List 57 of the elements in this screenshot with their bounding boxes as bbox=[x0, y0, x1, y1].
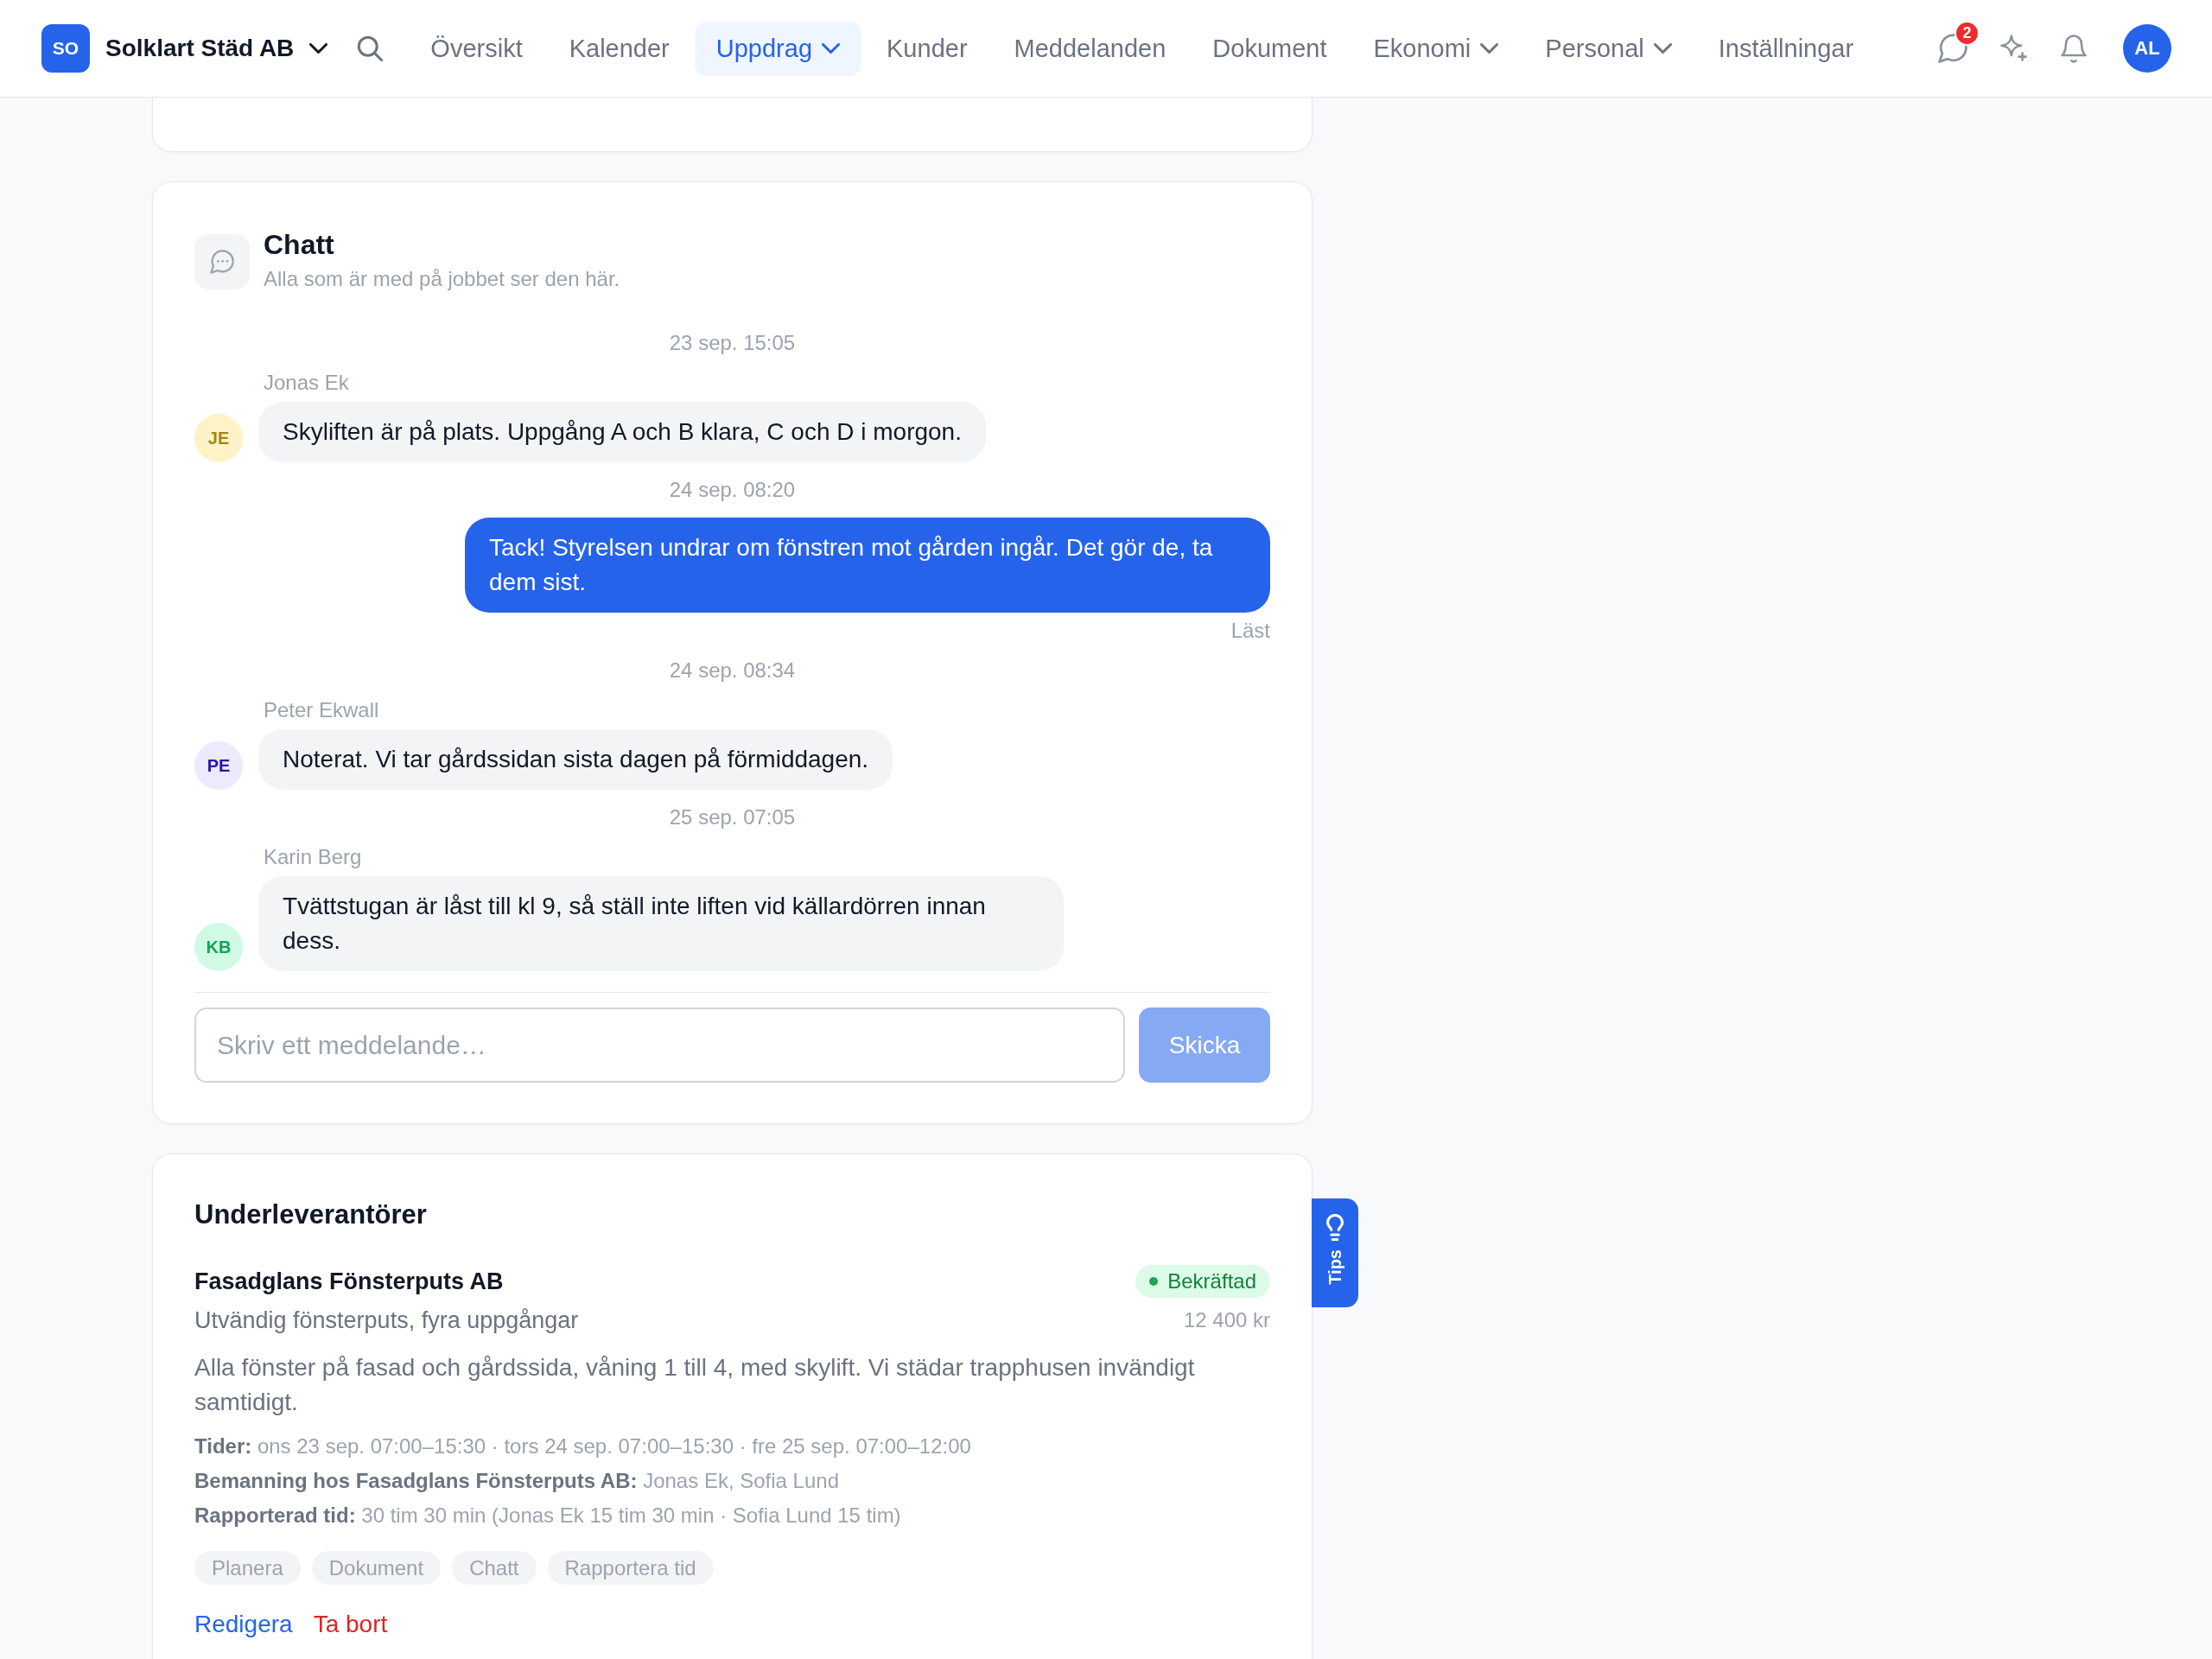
messages-button[interactable]: 2 bbox=[1938, 21, 1980, 63]
price: 12 400 kr bbox=[1183, 1307, 1270, 1333]
nav-tab[interactable]: Översikt bbox=[409, 21, 544, 76]
sender-avatar: PE bbox=[194, 741, 243, 790]
section-title: Chatt bbox=[264, 228, 335, 262]
message-timestamp: 23 sep. 15:05 bbox=[669, 331, 796, 354]
search-icon bbox=[357, 35, 384, 61]
sender-avatar: KB bbox=[194, 923, 243, 971]
service-description: Utvändig fönsterputs, fyra uppgångar bbox=[194, 1306, 579, 1335]
company-logo: SO bbox=[41, 24, 90, 73]
chevron-down-icon bbox=[309, 43, 328, 54]
nav-tab[interactable]: Kunder bbox=[865, 21, 989, 76]
notifications-button[interactable] bbox=[2061, 34, 2087, 63]
unread-count-badge: 2 bbox=[1955, 21, 1980, 46]
search-button[interactable] bbox=[357, 35, 384, 61]
nav-tab[interactable]: Inställningar bbox=[1696, 21, 1876, 76]
nav-tab[interactable]: Meddelanden bbox=[992, 21, 1188, 76]
message-bubble: Tvättstugan är låst till kl 9, så ställ inte liften vid källardörren innan dess. bbox=[258, 876, 1064, 971]
nav-tab[interactable]: Dokument bbox=[1191, 21, 1349, 76]
detail-line: Bemanning hos Fasadglans Fönsterputs AB: Jonas Ek, Sofia Lund bbox=[194, 1468, 840, 1494]
subcontractor-name: Fasadglans Fönsterputs AB bbox=[194, 1268, 504, 1296]
delete-link[interactable]: Ta bort bbox=[313, 1609, 388, 1640]
chevron-down-icon bbox=[822, 43, 841, 54]
nav-tab[interactable]: Personal bbox=[1523, 21, 1694, 76]
section-subtitle: Alla som är med på jobbet ser den här. bbox=[264, 266, 620, 292]
tips-tab[interactable]: Tips bbox=[1312, 1198, 1358, 1307]
sender-name: Peter Ekwall bbox=[264, 698, 379, 721]
read-receipt: Läst bbox=[1230, 619, 1270, 642]
detail-line: Rapporterad tid: 30 tim 30 min (Jonas Ek 15 tim 30 min · Sofia Lund 15 tim) bbox=[194, 1503, 902, 1529]
company-switcher[interactable]: SO Solklart Städ AB bbox=[41, 24, 328, 73]
chevron-down-icon bbox=[1480, 43, 1499, 54]
section-title: Underleverantörer bbox=[194, 1198, 428, 1231]
assistant-button[interactable] bbox=[2000, 35, 2028, 62]
message-timestamp: 25 sep. 07:05 bbox=[669, 805, 796, 829]
detail-line: Tider: ons 23 sep. 07:00–15:30 · tors 24 sep. 07:00–15:30 · fre 25 sep. 07:00–12:00 bbox=[194, 1433, 972, 1459]
lightbulb-icon bbox=[1326, 1214, 1344, 1241]
nav-tab[interactable]: Uppdrag bbox=[694, 21, 862, 76]
message-bubble: Tack! Styrelsen undrar om fönstren mot gården ingår. Det gör de, ta dem sist. bbox=[465, 518, 1270, 613]
sender-avatar: JE bbox=[194, 414, 243, 462]
nav-tab[interactable]: Ekonomi bbox=[1351, 21, 1521, 76]
message-timestamp: 24 sep. 08:34 bbox=[669, 658, 796, 682]
sender-name: Karin Berg bbox=[264, 845, 362, 868]
description-text: Alla fönster på fasad och gårdssida, våning 1 till 4, med skylift. Vi städar trapphusen invändigt samtidigt. bbox=[194, 1353, 1196, 1417]
sender-name: Jonas Ek bbox=[264, 371, 349, 394]
status-label: Bekräftad bbox=[1167, 1269, 1256, 1294]
chat-bubble-icon bbox=[194, 234, 250, 289]
user-avatar[interactable]: AL bbox=[2123, 24, 2171, 73]
message-bubble: Noterat. Vi tar gårdssidan sista dagen på förmiddagen. bbox=[258, 729, 893, 790]
nav-tab[interactable]: Kalender bbox=[547, 21, 691, 76]
status-dot-icon bbox=[1149, 1277, 1159, 1286]
sparkle-icon bbox=[2000, 35, 2028, 62]
message-input[interactable]: Skriv ett meddelande… bbox=[194, 1007, 1125, 1083]
message-bubble: Skyliften är på plats. Uppgång A och B klara, C och D i morgon. bbox=[258, 402, 986, 462]
message-timestamp: 24 sep. 08:20 bbox=[669, 478, 796, 501]
bell-icon bbox=[2061, 34, 2087, 63]
chevron-down-icon bbox=[1653, 43, 1672, 54]
edit-link[interactable]: Redigera bbox=[194, 1609, 293, 1640]
